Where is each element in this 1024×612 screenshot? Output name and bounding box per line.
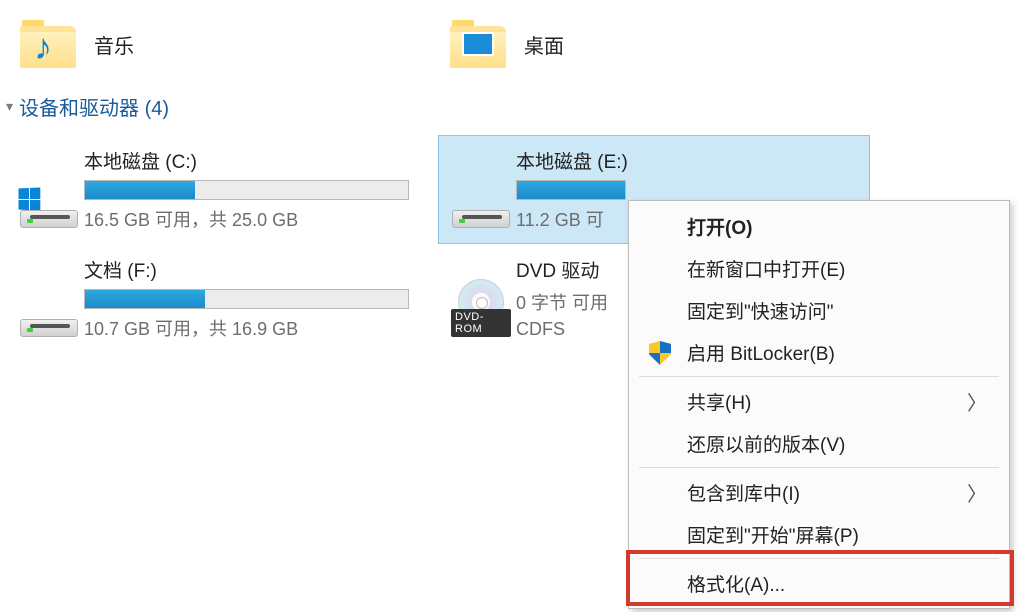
drive-label: 本地磁盘 (E:) — [516, 147, 862, 174]
menu-label: 固定到"快速访问" — [687, 297, 834, 324]
dvd-drive-icon: DVD-ROM — [446, 254, 516, 341]
menu-label: 共享(H) — [687, 388, 751, 415]
menu-separator — [639, 467, 999, 468]
music-folder-icon: ♪ — [20, 20, 76, 68]
context-menu: 打开(O) 在新窗口中打开(E) 固定到"快速访问" 启用 BitLocker(… — [628, 200, 1010, 609]
devices-section-title: 设备和驱动器 (4) — [19, 92, 169, 121]
menu-open-new-window[interactable]: 在新窗口中打开(E) — [631, 247, 1007, 289]
drive-usage-fill — [85, 181, 195, 199]
menu-include-in-library[interactable]: 包含到库中(I) 〉 — [631, 471, 1007, 513]
menu-label: 固定到"开始"屏幕(P) — [687, 521, 859, 548]
hdd-icon — [446, 145, 516, 232]
desktop-folder-icon — [450, 20, 506, 68]
library-folders-row: ♪ 音乐 桌面 — [0, 0, 1024, 88]
menu-separator — [639, 558, 999, 559]
menu-label: 在新窗口中打开(E) — [687, 255, 845, 282]
menu-label: 格式化(A)... — [687, 570, 785, 597]
menu-pin-to-start[interactable]: 固定到"开始"屏幕(P) — [631, 513, 1007, 555]
drive-label: 文档 (F:) — [84, 256, 430, 283]
folder-desktop[interactable]: 桌面 — [450, 20, 880, 68]
menu-open[interactable]: 打开(O) — [631, 205, 1007, 247]
menu-pin-quick-access[interactable]: 固定到"快速访问" — [631, 289, 1007, 331]
submenu-arrow-icon: 〉 — [967, 387, 987, 416]
chevron-down-icon: ▾ — [6, 98, 13, 115]
menu-label: 启用 BitLocker(B) — [687, 339, 835, 366]
hdd-icon — [14, 254, 84, 341]
hdd-icon — [14, 145, 84, 232]
folder-label: 桌面 — [524, 30, 564, 59]
menu-label: 包含到库中(I) — [687, 479, 800, 506]
dvd-badge: DVD-ROM — [451, 309, 511, 337]
devices-section-header[interactable]: ▾ 设备和驱动器 (4) — [0, 88, 1024, 127]
menu-label: 还原以前的版本(V) — [687, 430, 845, 457]
drive-f[interactable]: 文档 (F:) 10.7 GB 可用，共 16.9 GB — [6, 244, 438, 353]
menu-restore-versions[interactable]: 还原以前的版本(V) — [631, 422, 1007, 464]
drive-usage-bar — [84, 180, 409, 200]
drive-info: 10.7 GB 可用，共 16.9 GB — [84, 315, 430, 341]
windows-badge-icon — [19, 188, 41, 211]
drive-label: 本地磁盘 (C:) — [84, 147, 430, 174]
drive-info: 16.5 GB 可用，共 25.0 GB — [84, 206, 430, 232]
menu-share[interactable]: 共享(H) 〉 — [631, 380, 1007, 422]
drive-usage-bar — [516, 180, 626, 200]
folder-music[interactable]: ♪ 音乐 — [20, 20, 450, 68]
drive-usage-bar — [84, 289, 409, 309]
submenu-arrow-icon: 〉 — [967, 478, 987, 507]
drive-c[interactable]: 本地磁盘 (C:) 16.5 GB 可用，共 25.0 GB — [6, 135, 438, 244]
folder-label: 音乐 — [94, 30, 134, 59]
shield-icon — [649, 341, 671, 365]
menu-label: 打开(O) — [687, 213, 752, 240]
menu-enable-bitlocker[interactable]: 启用 BitLocker(B) — [631, 331, 1007, 373]
menu-separator — [639, 376, 999, 377]
menu-format[interactable]: 格式化(A)... — [631, 562, 1007, 604]
